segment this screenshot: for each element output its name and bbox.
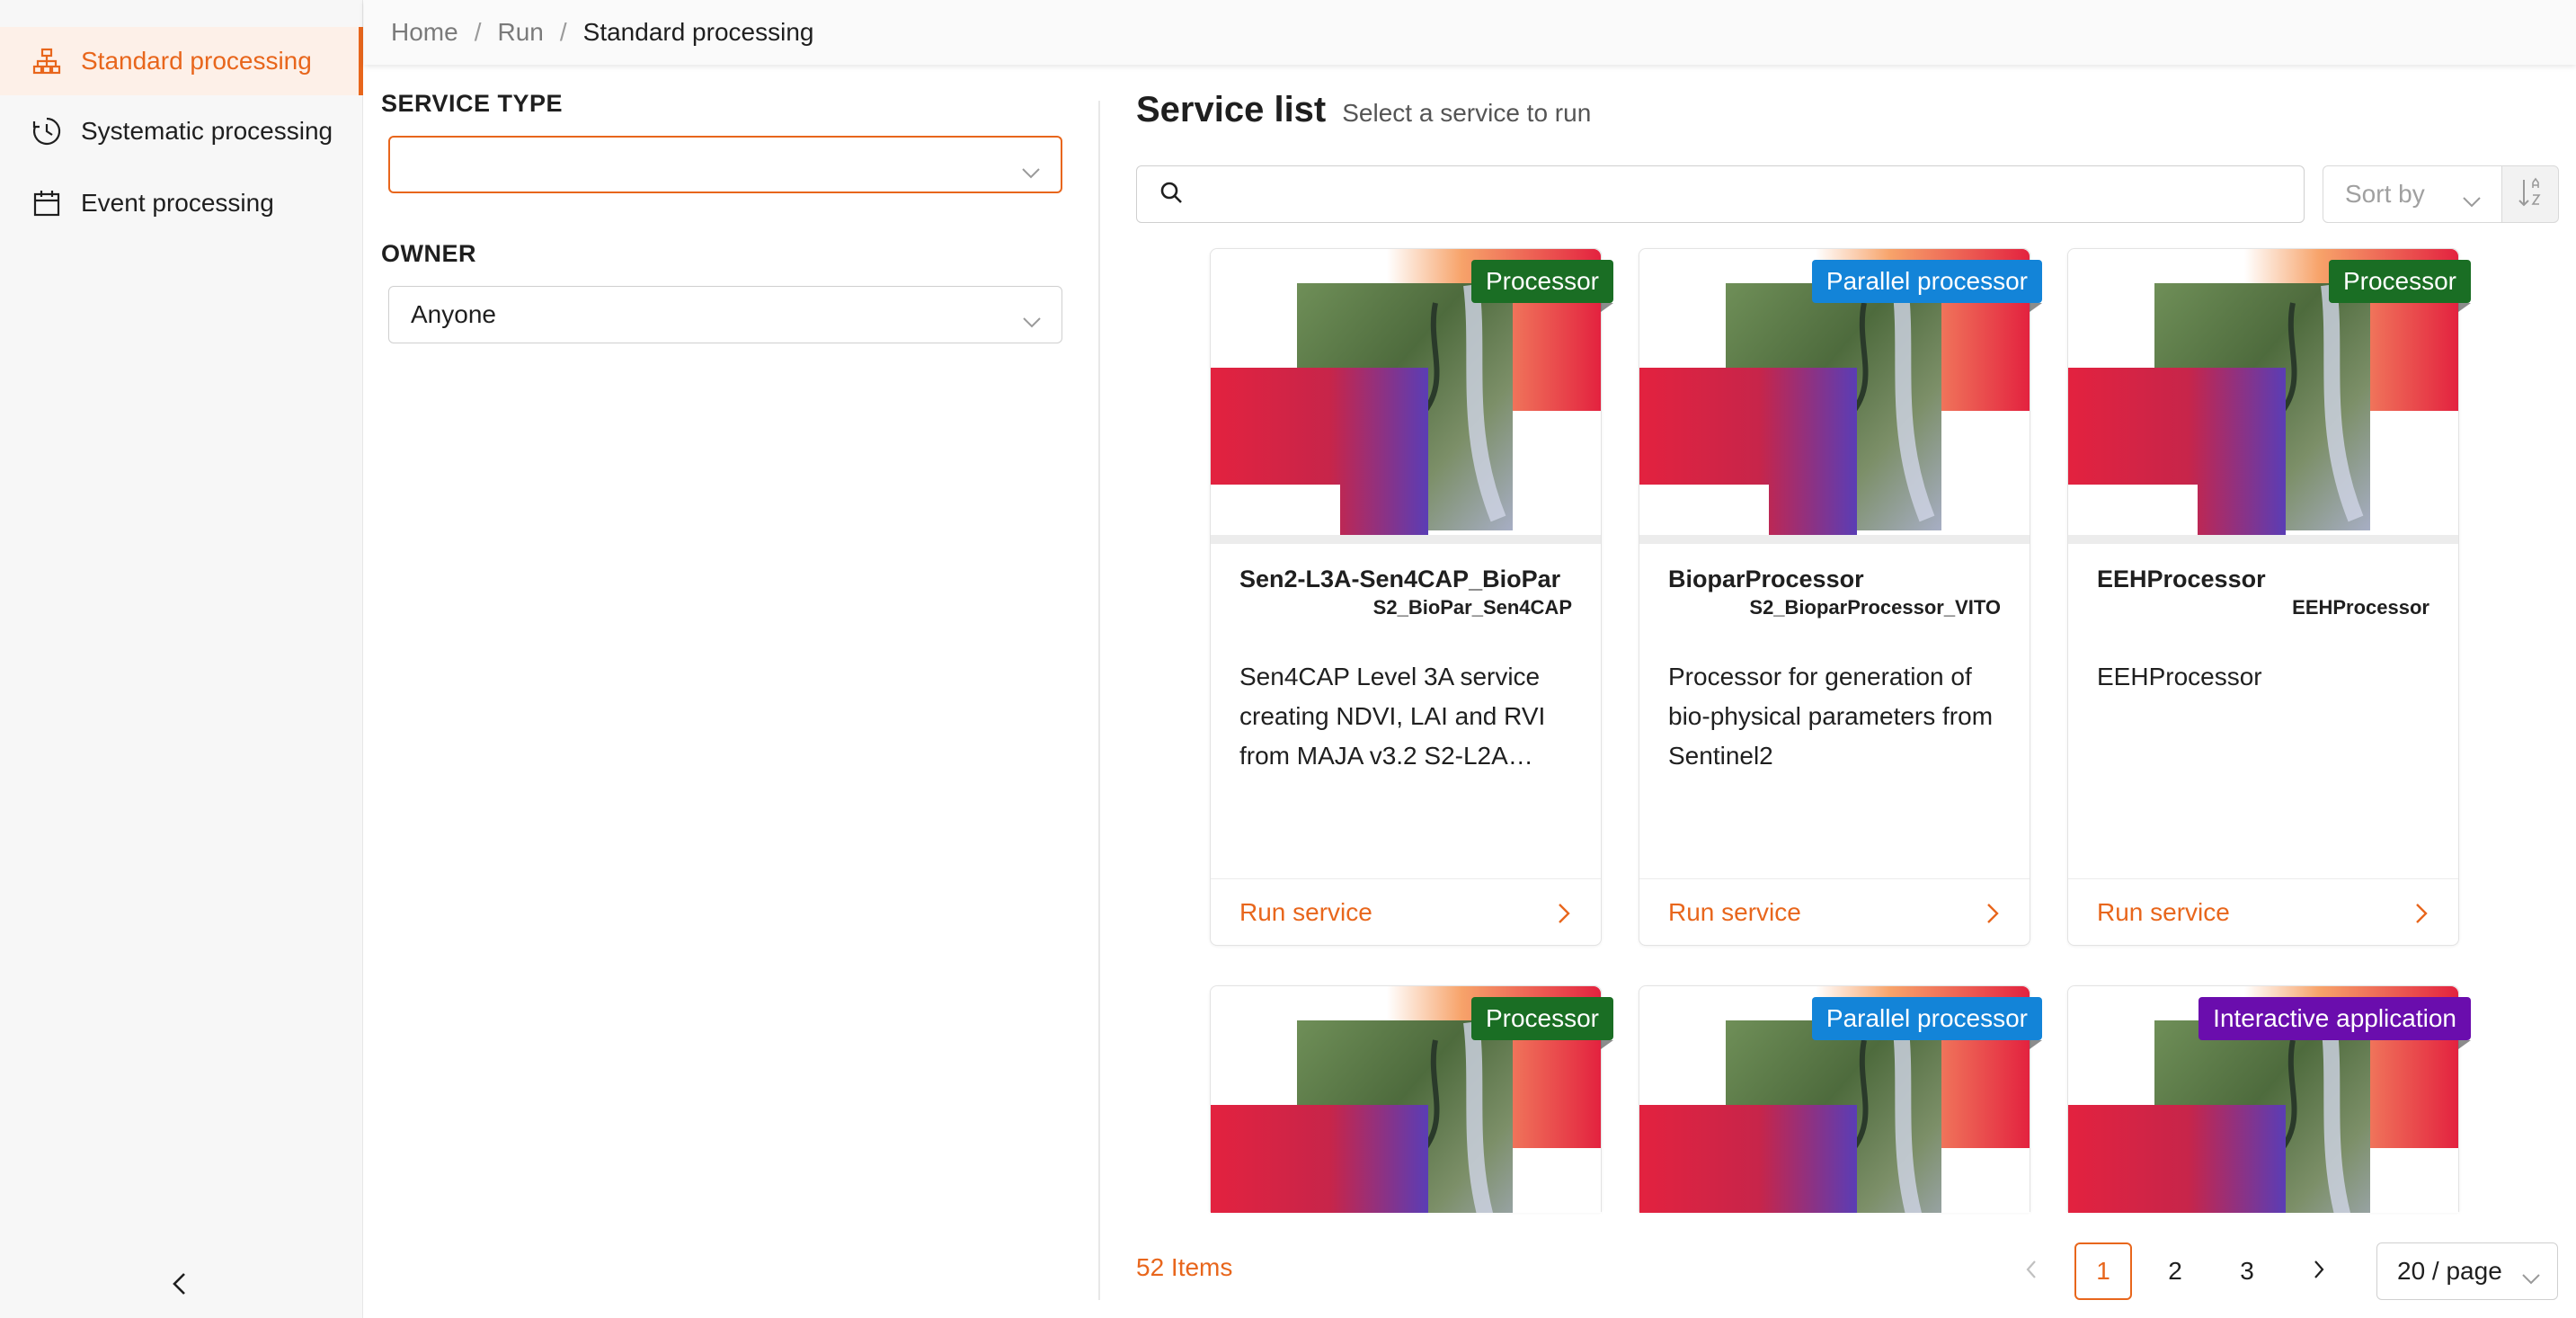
service-description: Sen4CAP Level 3A service creating NDVI, … bbox=[1239, 663, 1546, 770]
pagination-next-button[interactable] bbox=[2290, 1242, 2348, 1300]
sort-direction-button[interactable] bbox=[2501, 165, 2559, 223]
owner-select[interactable]: Anyone bbox=[388, 286, 1062, 343]
service-type-tag: Processor bbox=[2328, 260, 2472, 312]
page-subtitle: Select a service to run bbox=[1342, 99, 1592, 127]
run-service-button[interactable]: Run service bbox=[1211, 878, 1601, 945]
service-name: BioparProcessor bbox=[1668, 565, 1864, 592]
chevron-right-icon bbox=[2415, 902, 2428, 931]
breadcrumb-run[interactable]: Run bbox=[497, 18, 543, 47]
service-type-tag: Interactive application bbox=[2198, 997, 2471, 1049]
owner-value: Anyone bbox=[411, 300, 496, 328]
service-card[interactable]: Parallel processor BioparProcessor S2_Bi… bbox=[1639, 248, 2043, 946]
service-type-tag: Parallel processor bbox=[1811, 260, 2043, 312]
pagination-page[interactable]: 1 bbox=[2074, 1242, 2132, 1300]
service-id: EEHProcessor bbox=[2292, 596, 2429, 619]
service-description: EEHProcessor bbox=[2097, 663, 2262, 690]
service-card[interactable]: Parallel processor bbox=[1639, 985, 2043, 1212]
pagination-page[interactable]: 2 bbox=[2146, 1242, 2204, 1300]
collapse-sidebar-button[interactable] bbox=[162, 1268, 198, 1304]
sitemap-icon bbox=[31, 45, 63, 77]
pagination-prev-button[interactable] bbox=[2003, 1242, 2060, 1300]
calendar-icon bbox=[31, 187, 63, 219]
pagination-page[interactable]: 3 bbox=[2218, 1242, 2276, 1300]
run-service-button[interactable]: Run service bbox=[2068, 878, 2458, 945]
run-service-label: Run service bbox=[2097, 897, 2230, 926]
page-size-value: 20 / page bbox=[2397, 1257, 2502, 1285]
page-title: Service list bbox=[1136, 90, 1327, 129]
clock-icon bbox=[31, 115, 63, 147]
chevron-right-icon bbox=[2313, 1257, 2325, 1286]
sidebar-item-systematic-processing[interactable]: Systematic processing bbox=[0, 97, 363, 165]
sidebar-item-label: Standard processing bbox=[81, 47, 312, 75]
service-type-tag: Processor bbox=[1470, 260, 1614, 312]
chevron-down-icon bbox=[1022, 307, 1042, 335]
service-card[interactable]: Processor bbox=[1210, 985, 1614, 1212]
panel-divider bbox=[1098, 101, 1100, 1300]
sort-by-select[interactable]: Sort by bbox=[2323, 165, 2502, 223]
breadcrumb: Home / Run / Standard processing bbox=[364, 0, 2576, 65]
run-service-label: Run service bbox=[1668, 897, 1801, 926]
breadcrumb-separator: / bbox=[474, 18, 482, 46]
sidebar-item-label: Systematic processing bbox=[81, 117, 333, 145]
search-icon bbox=[1159, 180, 1184, 209]
filter-panel: SERVICE TYPE OWNER Anyone bbox=[381, 90, 1064, 343]
run-service-button[interactable]: Run service bbox=[1639, 878, 2030, 945]
chevron-right-icon bbox=[1558, 902, 1570, 931]
sidebar: Standard processing Systematic processin… bbox=[0, 0, 363, 1318]
service-card[interactable]: Processor Sen2-L3A-Sen4CAP_BioPar S2_Bio… bbox=[1210, 248, 1614, 946]
breadcrumb-home[interactable]: Home bbox=[391, 18, 458, 47]
page-size-select[interactable]: 20 / page bbox=[2376, 1242, 2558, 1300]
sort-ascending-icon bbox=[2517, 177, 2544, 212]
owner-label: OWNER bbox=[381, 240, 476, 267]
service-description: Processor for generation of bio-physical… bbox=[1668, 663, 1994, 770]
chevron-down-icon bbox=[2521, 1263, 2541, 1292]
service-type-label: SERVICE TYPE bbox=[381, 90, 564, 117]
service-type-select[interactable] bbox=[388, 136, 1062, 193]
items-count: 52 Items bbox=[1136, 1253, 1233, 1281]
search-input[interactable] bbox=[1136, 165, 2305, 223]
service-type-tag: Processor bbox=[1470, 997, 1614, 1049]
chevron-left-icon bbox=[170, 1272, 190, 1300]
chevron-down-icon bbox=[2462, 186, 2482, 215]
chevron-left-icon bbox=[2025, 1257, 2038, 1286]
sidebar-item-event-processing[interactable]: Event processing bbox=[0, 169, 363, 237]
service-card[interactable]: Interactive application bbox=[2067, 985, 2471, 1212]
sidebar-item-label: Event processing bbox=[81, 189, 274, 217]
service-id: S2_BioPar_Sen4CAP bbox=[1372, 596, 1572, 619]
service-name: Sen2-L3A-Sen4CAP_BioPar bbox=[1239, 565, 1561, 592]
service-list-header: Service list Select a service to run bbox=[1136, 90, 1591, 130]
breadcrumb-current: Standard processing bbox=[582, 18, 814, 46]
service-card[interactable]: Processor EEHProcessor EEHProcessor EEHP… bbox=[2067, 248, 2472, 946]
service-type-tag: Parallel processor bbox=[1811, 997, 2043, 1049]
service-id: S2_BioparProcessor_VITO bbox=[1749, 596, 2001, 619]
breadcrumb-separator: / bbox=[559, 18, 567, 46]
run-service-label: Run service bbox=[1239, 897, 1372, 926]
chevron-down-icon bbox=[1021, 157, 1041, 186]
sidebar-item-standard-processing[interactable]: Standard processing bbox=[0, 27, 363, 95]
sort-by-placeholder: Sort by bbox=[2345, 180, 2425, 208]
service-name: EEHProcessor bbox=[2097, 565, 2266, 592]
chevron-right-icon bbox=[1986, 902, 1999, 931]
